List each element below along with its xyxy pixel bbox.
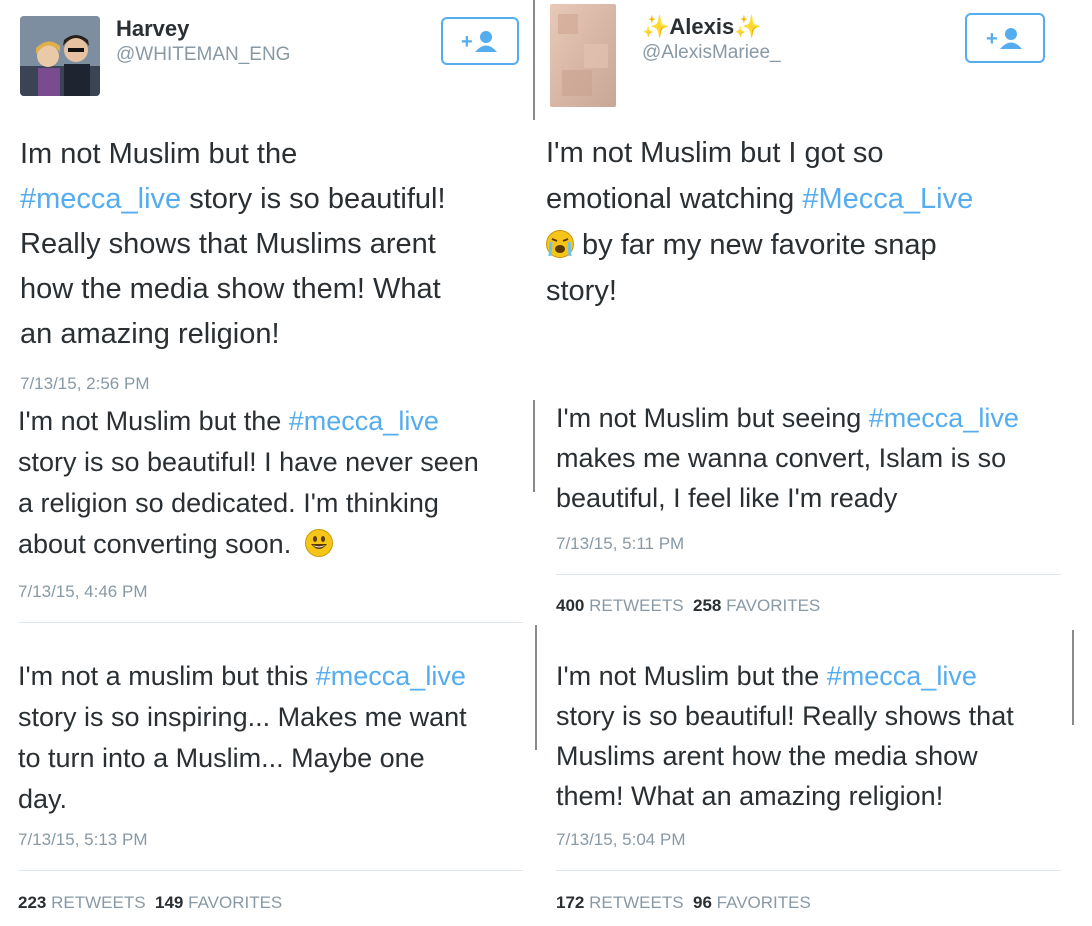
hashtag-link[interactable]: #mecca_live: [869, 403, 1019, 433]
retweet-count[interactable]: 400 RETWEETS: [556, 596, 684, 615]
tweet-line: Muslims arent how the media show: [556, 741, 978, 771]
tweet-timestamp[interactable]: 7/13/15, 4:46 PM: [18, 582, 147, 602]
tweet-line: I'm not Muslim but seeing #mecca_live: [556, 403, 1019, 433]
profile-handle[interactable]: @AlexisMariee_: [642, 42, 781, 64]
tweet-line: to turn into a Muslim... Maybe one: [18, 743, 425, 773]
profile-name[interactable]: Harvey: [116, 16, 189, 42]
tweet-line: emotional watching #Mecca_Live: [546, 183, 974, 215]
tweet-line: an amazing religion!: [20, 318, 280, 350]
avatar-alexis[interactable]: [550, 4, 616, 107]
avatar-photo-icon: [550, 4, 616, 107]
tweet-line: I'm not Muslim but the #mecca_live: [18, 406, 439, 436]
hashtag-link[interactable]: #mecca_live: [289, 406, 439, 436]
tweet-text: I'm not Muslim but seeing #mecca_live ma…: [556, 398, 1076, 518]
tweet-line: I'm not a muslim but this #mecca_live: [18, 661, 466, 691]
tweet-line: Really shows that Muslims arent: [20, 228, 436, 260]
tweet-text: I'm not Muslim but I got so emotional wa…: [546, 130, 1066, 314]
favorite-count[interactable]: 258 FAVORITES: [693, 596, 820, 615]
tweet-text: I'm not a muslim but this #mecca_live st…: [18, 656, 523, 820]
tweet-timestamp[interactable]: 7/13/15, 5:13 PM: [18, 830, 147, 850]
retweet-count[interactable]: 172 RETWEETS: [556, 893, 684, 912]
tweet-line: a religion so dedicated. I'm thinking: [18, 488, 439, 518]
sparkle-icon: ✨: [642, 14, 670, 39]
follow-user-icon: +: [461, 31, 497, 53]
tweet-stats: 223 RETWEETS 149 FAVORITES: [18, 893, 282, 913]
tweet-timestamp[interactable]: 7/13/15, 5:04 PM: [556, 830, 685, 850]
tweet-text: I'm not Muslim but the #mecca_live story…: [556, 656, 1071, 816]
tweet-text: Im not Muslim but the #mecca_live story …: [20, 132, 520, 357]
avatar-photo-icon: [20, 16, 100, 96]
tweet-stats: 400 RETWEETS 258 FAVORITES: [556, 596, 820, 616]
tweet-line: day.: [18, 784, 68, 814]
favorite-count[interactable]: 149 FAVORITES: [155, 893, 282, 912]
tweet-line: beautiful, I feel like I'm ready: [556, 483, 898, 513]
crying-emoji-icon: [546, 230, 574, 258]
tweet-timestamp[interactable]: 7/13/15, 5:11 PM: [556, 534, 684, 554]
profile-name[interactable]: ✨Alexis✨: [642, 14, 762, 40]
tweet-line: I'm not Muslim but the #mecca_live: [556, 661, 977, 691]
divider: [556, 574, 1061, 575]
tweet-line: makes me wanna convert, Islam is so: [556, 443, 1007, 473]
follow-user-icon: +: [986, 28, 1022, 50]
sparkle-icon: ✨: [734, 14, 762, 39]
profile-handle[interactable]: @WHITEMAN_ENG: [116, 44, 290, 66]
tweet-line: story is so beautiful! I have never seen: [18, 447, 479, 477]
hashtag-link[interactable]: #mecca_live: [827, 661, 977, 691]
hashtag-link[interactable]: #mecca_live: [316, 661, 466, 691]
smiley-emoji-icon: [304, 529, 333, 557]
tweet-stats: 172 RETWEETS 96 FAVORITES: [556, 893, 811, 913]
column-divider: [533, 400, 535, 492]
tweet-line: them! What an amazing religion!: [556, 781, 944, 811]
svg-text:+: +: [461, 31, 473, 53]
favorite-count[interactable]: 96 FAVORITES: [693, 893, 811, 912]
tweet-timestamp[interactable]: 7/13/15, 2:56 PM: [20, 374, 149, 394]
column-divider: [535, 625, 537, 750]
tweet-line: #mecca_live story is so beautiful!: [20, 183, 446, 215]
tweet-text: I'm not Muslim but the #mecca_live story…: [18, 401, 523, 565]
retweet-count[interactable]: 223 RETWEETS: [18, 893, 146, 912]
tweet-line: Im not Muslim but the: [20, 138, 298, 170]
tweet-line: I'm not Muslim but I got so: [546, 137, 884, 169]
tweet-line: how the media show them! What: [20, 273, 441, 305]
column-divider: [1072, 630, 1074, 725]
tweet-line: story is so inspiring... Makes me want: [18, 702, 467, 732]
avatar-harvey[interactable]: [20, 16, 100, 96]
divider: [556, 870, 1061, 871]
tweet-line: story!: [546, 275, 617, 307]
hashtag-link[interactable]: #mecca_live: [20, 183, 181, 215]
column-divider: [533, 0, 535, 120]
divider: [18, 870, 523, 871]
follow-button[interactable]: +: [441, 17, 519, 65]
hashtag-link[interactable]: #Mecca_Live: [802, 183, 973, 215]
divider: [18, 622, 523, 623]
tweet-line: story is so beautiful! Really shows that: [556, 701, 1014, 731]
svg-text:+: +: [986, 28, 998, 50]
follow-button[interactable]: +: [965, 13, 1045, 63]
tweet-line: by far my new favorite snap: [546, 222, 1066, 268]
tweet-line: about converting soon.: [18, 524, 523, 565]
